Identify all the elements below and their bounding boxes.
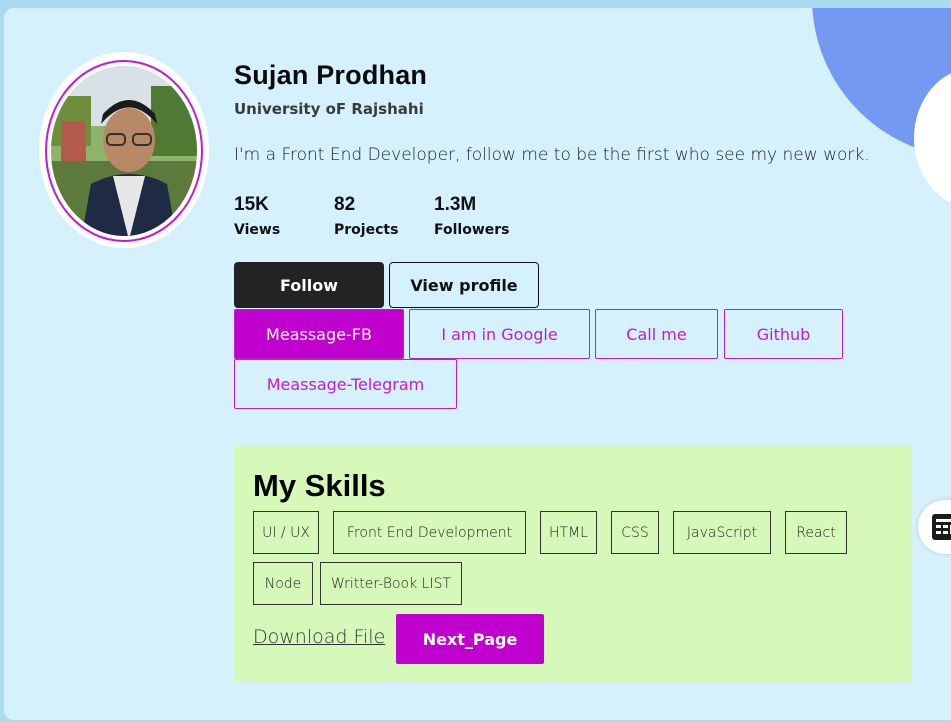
- stat-value: 1.3M: [434, 194, 477, 215]
- google-button[interactable]: I am in Google: [409, 309, 590, 359]
- message-fb-button[interactable]: Meassage-FB: [234, 309, 404, 359]
- skill-tag: CSS: [611, 511, 659, 554]
- next-page-button[interactable]: Next_Page: [396, 614, 544, 664]
- stat-label: Views: [234, 222, 281, 238]
- skill-tag: UI / UX: [253, 511, 319, 554]
- profile-card: Sujan Prodhan University oF Rajshahi I'm…: [4, 8, 951, 720]
- stat-followers: 1.3M Followers: [434, 194, 544, 238]
- skill-tag: Node: [253, 562, 313, 605]
- stat-value: 82: [334, 194, 356, 215]
- avatar: [39, 52, 209, 248]
- skill-tag: HTML: [540, 511, 597, 554]
- message-telegram-button[interactable]: Meassage-Telegram: [234, 359, 457, 409]
- skills-title: My Skills: [253, 468, 386, 503]
- stat-value: 15K: [234, 194, 269, 215]
- profile-name: Sujan Prodhan: [234, 60, 428, 90]
- avatar-ring: [45, 60, 203, 242]
- skill-tag: JavaScript: [673, 511, 771, 554]
- profile-bio: I'm a Front End Developer, follow me to …: [234, 145, 870, 165]
- stat-views: 15K Views: [234, 194, 334, 238]
- skill-tag: Writter-Book LIST: [320, 562, 462, 605]
- skills-panel: My Skills UI / UX Front End Development …: [234, 446, 912, 682]
- skill-tag: React: [785, 511, 847, 554]
- skill-tag: Front End Development: [333, 511, 526, 554]
- stats-row: 15K Views 82 Projects 1.3M Followers: [234, 194, 544, 238]
- github-button[interactable]: Github: [724, 309, 843, 359]
- download-file-link[interactable]: Download File: [253, 626, 385, 648]
- call-me-button[interactable]: Call me: [595, 309, 718, 359]
- stat-label: Projects: [334, 222, 399, 238]
- follow-button[interactable]: Follow: [234, 262, 384, 308]
- avatar-photo: [51, 66, 197, 236]
- view-profile-button[interactable]: View profile: [389, 262, 539, 308]
- profile-university: University oF Rajshahi: [234, 100, 424, 118]
- stat-projects: 82 Projects: [334, 194, 434, 238]
- stat-label: Followers: [434, 222, 510, 238]
